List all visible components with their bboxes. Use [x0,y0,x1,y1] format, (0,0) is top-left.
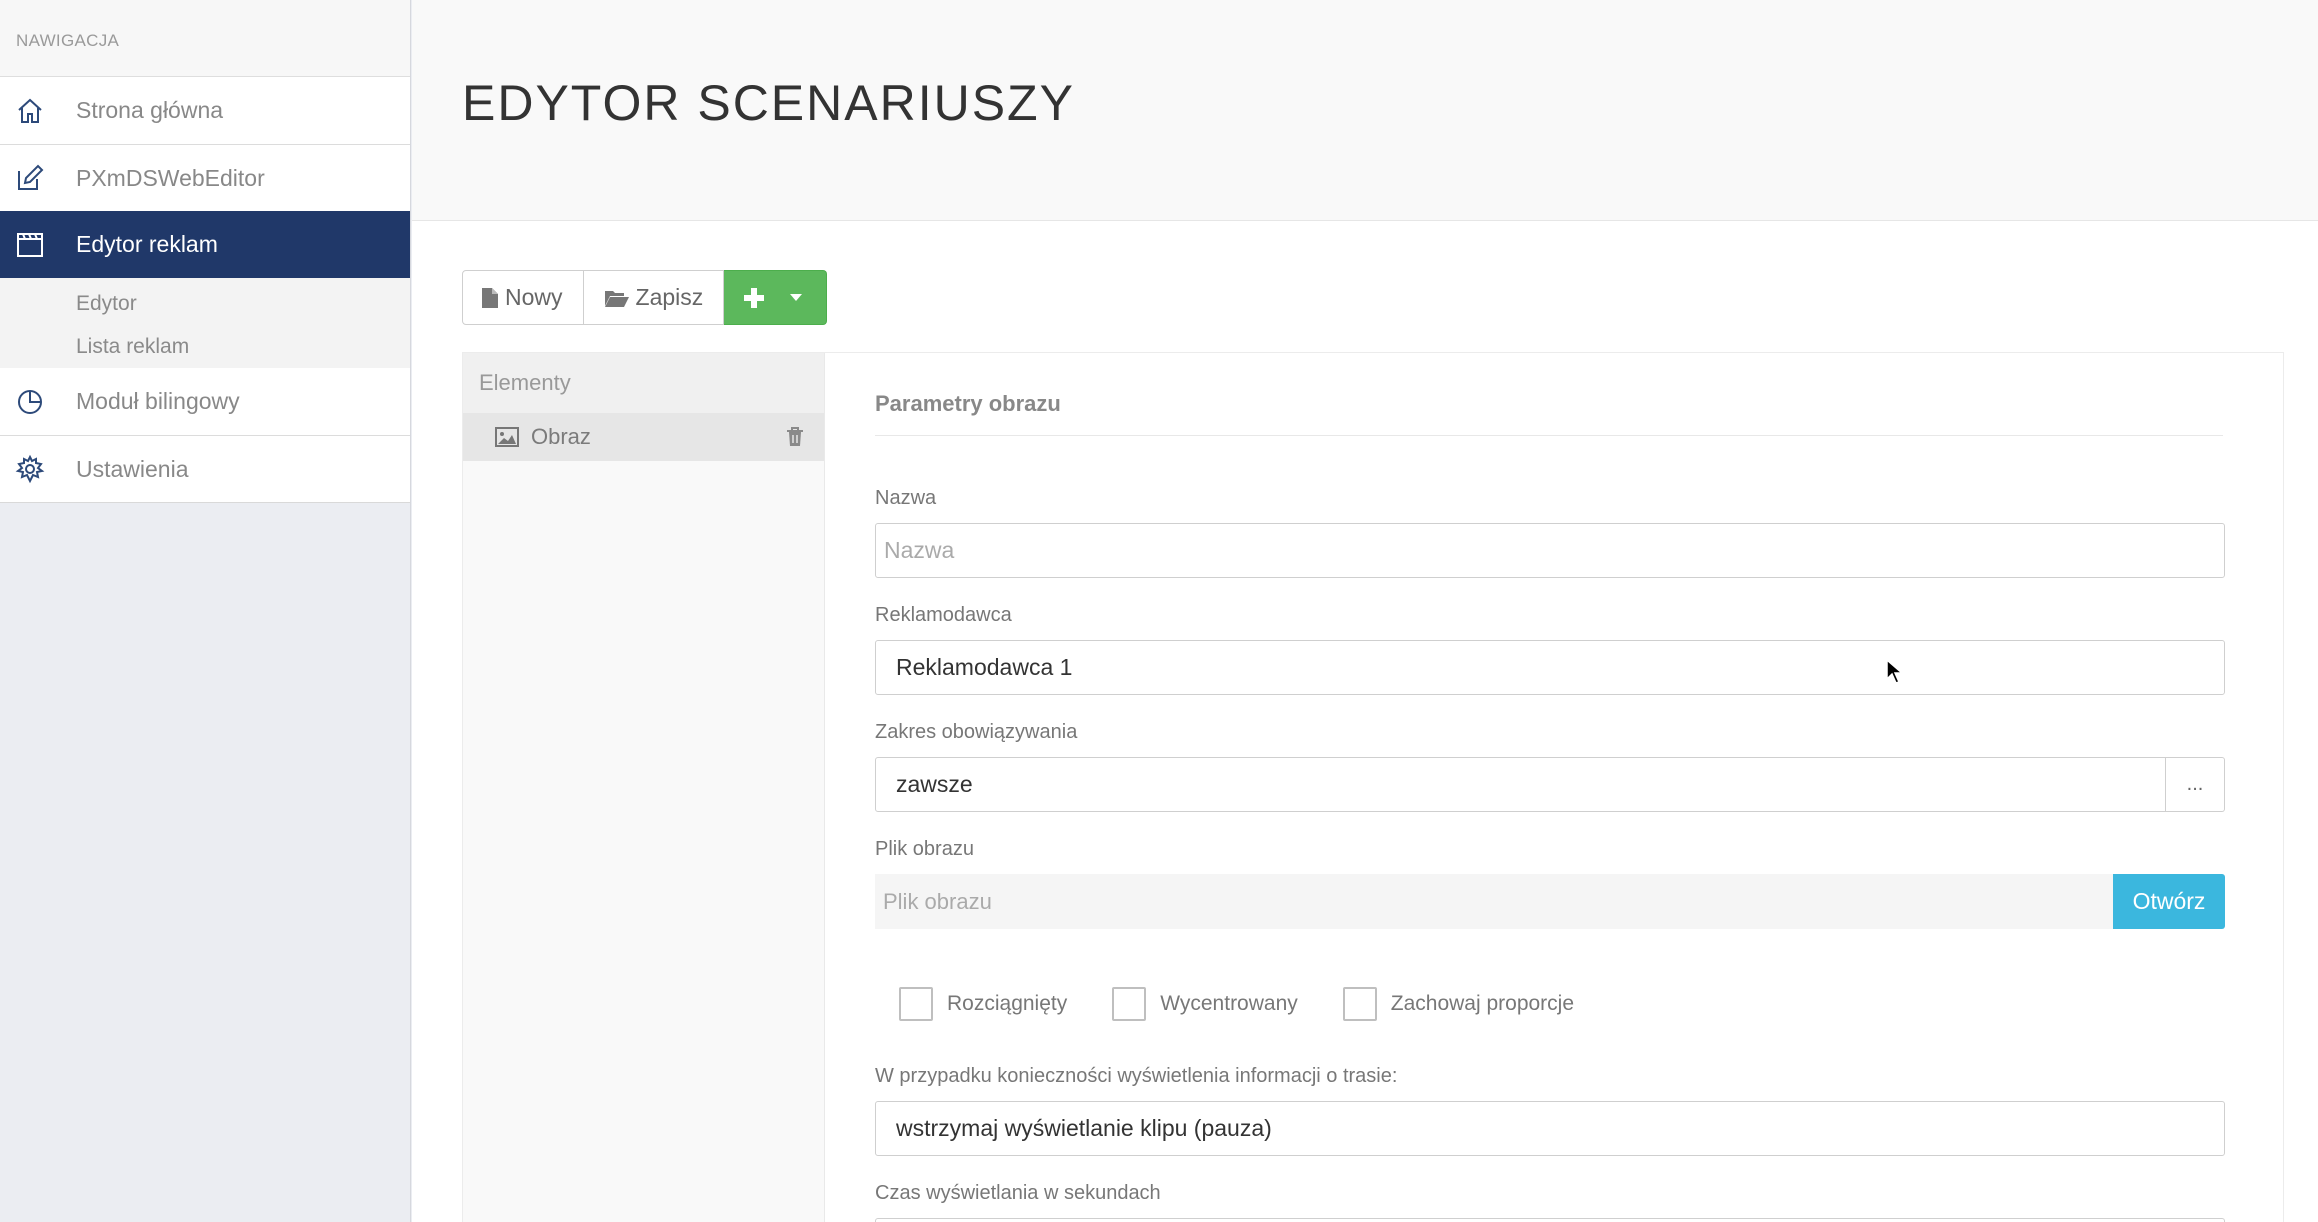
gear-icon [0,454,76,484]
open-file-button[interactable]: Otwórz [2113,874,2225,929]
advertiser-field-group: Reklamodawca Reklamodawca 1 [875,604,2225,695]
sidebar-subitem-lista-reklam[interactable]: Lista reklam [0,324,410,369]
trash-icon[interactable] [786,427,804,447]
page-title: EDYTOR SCENARIUSZY [462,75,1075,131]
image-icon [495,427,519,447]
mouse-cursor-icon [1886,659,1904,684]
sidebar-item-label: Edytor reklam [76,231,218,257]
sidebar-item-label: Ustawienia [76,455,189,482]
image-params-form: Parametry obrazu Nazwa Nazwa Reklamodawc… [875,353,2235,1222]
keep-proportions-checkbox[interactable]: Zachowaj proporcje [1342,987,1575,1021]
params-title: Parametry obrazu [875,353,2223,436]
name-input[interactable]: Nazwa [875,523,2225,578]
duration-label: Czas wyświetlania w sekundach [875,1182,1161,1204]
stretched-checkbox[interactable]: Rozciągnięty [899,987,1067,1021]
pie-chart-icon [0,387,76,417]
file-icon [482,287,498,308]
sidebar-submenu: Edytor Lista reklam [0,278,410,368]
sidebar-subitem-edytor[interactable]: Edytor [0,284,410,324]
clapperboard-icon [0,230,76,260]
edit-icon [0,163,76,193]
duration-field-group: Czas wyświetlania w sekundach [875,1182,2225,1222]
advertiser-label: Reklamodawca [875,604,1012,626]
sidebar-item-home[interactable]: Strona główna [0,77,410,144]
main-content: EDYTOR SCENARIUSZY Nowy Zapisz Elementy … [412,0,2318,1222]
sidebar-item-ustawienia[interactable]: Ustawienia [0,435,410,502]
new-button[interactable]: Nowy [462,270,584,325]
page-header: EDYTOR SCENARIUSZY [412,0,2318,221]
plus-icon [744,287,765,308]
name-field-group: Nazwa Nazwa [875,487,2225,578]
save-button[interactable]: Zapisz [583,270,725,325]
advertiser-select[interactable]: Reklamodawca 1 [875,640,2225,695]
image-file-label: Plik obrazu [875,838,974,860]
save-button-label: Zapisz [635,284,704,310]
validity-picker-button[interactable]: ... [2166,757,2225,812]
checkbox-label: Wycentrowany [1160,992,1298,1015]
folder-open-icon [604,290,629,307]
sidebar-item-label: PXmDSWebEditor [76,164,265,191]
image-options-checkboxes: Rozciągnięty Wycentrowany Zachowaj propo… [899,987,1619,1021]
nav-header: NAWIGACJA [0,0,410,77]
toolbar: Nowy Zapisz [462,270,828,325]
validity-field-group: Zakres obowiązywania zawsze ... [875,721,2225,812]
elements-panel: Elementy Obraz [463,353,825,1222]
checkbox-label: Zachowaj proporcje [1390,992,1575,1015]
route-info-select[interactable]: wstrzymaj wyświetlanie klipu (pauza) [875,1101,2225,1156]
editor-panel: Elementy Obraz Parametry obrazu Nazwa Na… [462,352,2284,1222]
sidebar: NAWIGACJA Strona główna PXmDSWebEditor E… [0,0,411,1222]
sidebar-item-modul-bilingowy[interactable]: Moduł bilingowy [0,368,410,435]
add-element-dropdown[interactable] [724,270,828,325]
sidebar-item-pxmdswebeditor[interactable]: PXmDSWebEditor [0,144,410,211]
image-file-input[interactable]: Plik obrazu [875,874,2113,929]
home-icon [0,96,76,126]
validity-input[interactable]: zawsze [875,757,2166,812]
checkbox-box[interactable] [1112,987,1147,1021]
image-file-input-group: Plik obrazu Otwórz [875,874,2225,929]
route-info-field-group: W przypadku konieczności wyświetlenia in… [875,1065,2225,1156]
checkbox-box[interactable] [899,987,933,1021]
centered-checkbox[interactable]: Wycentrowany [1112,987,1298,1021]
sidebar-item-edytor-reklam[interactable]: Edytor reklam [0,211,410,278]
route-info-label: W przypadku konieczności wyświetlenia in… [875,1065,1398,1087]
element-item-obraz[interactable]: Obraz [463,413,824,461]
element-item-label: Obraz [531,424,591,449]
new-button-label: Nowy [505,284,563,310]
image-file-field-group: Plik obrazu Plik obrazu Otwórz [875,838,2225,929]
sidebar-item-label: Moduł bilingowy [76,388,240,414]
nav-panel: NAWIGACJA Strona główna PXmDSWebEditor E… [0,0,410,503]
duration-input[interactable] [875,1218,2225,1222]
name-label: Nazwa [875,487,937,509]
checkbox-box[interactable] [1342,987,1377,1021]
validity-input-group: zawsze ... [875,757,2225,812]
elements-title: Elementy [463,353,824,413]
checkbox-label: Rozciągnięty [947,992,1068,1015]
sidebar-item-label: Strona główna [76,97,224,123]
validity-label: Zakres obowiązywania [875,721,1078,743]
caret-down-icon [790,293,803,301]
